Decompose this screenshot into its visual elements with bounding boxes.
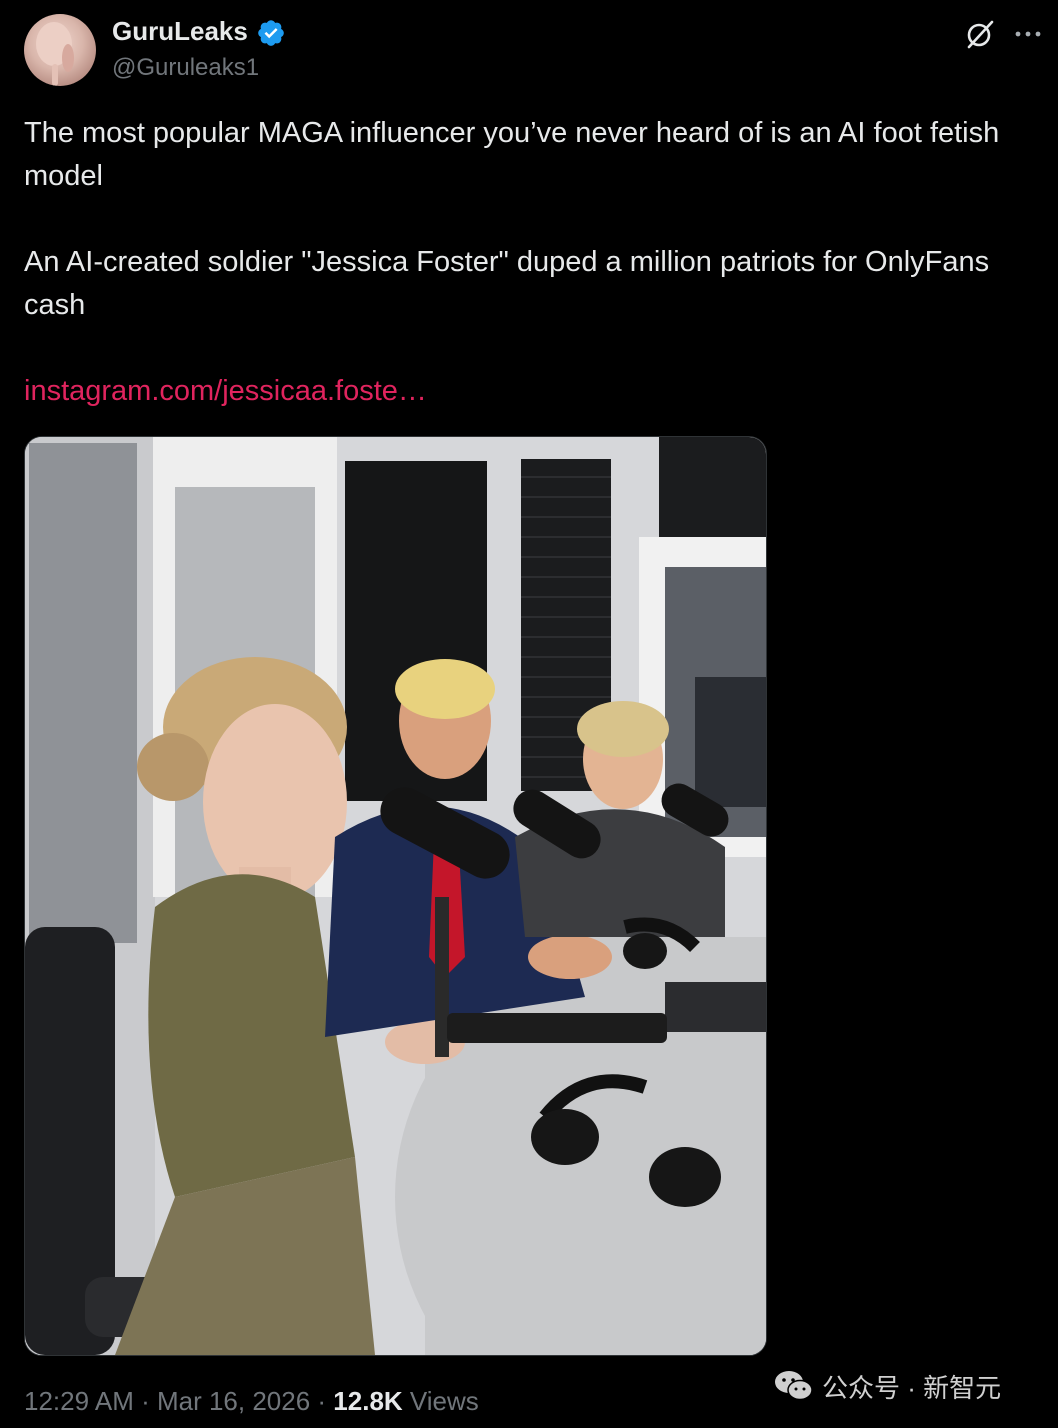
verified-badge-icon [258, 20, 284, 46]
grok-icon[interactable] [962, 16, 998, 52]
tweet-link[interactable]: instagram.com/jessicaa.foste… [24, 375, 427, 407]
display-name[interactable]: GuruLeaks [112, 16, 248, 47]
watermark-text: 公众号 · 新智元 [822, 1372, 1002, 1403]
tweet-time[interactable]: 12:29 AM [24, 1386, 134, 1416]
tweet-line-1: The most popular MAGA influencer you’ve … [24, 117, 1000, 192]
watermark: 公众号 · 新智元 [774, 1366, 1001, 1406]
meta-separator: · [133, 1386, 157, 1416]
author-handle[interactable]: @Guruleaks1 [112, 54, 259, 82]
views-label: Views [402, 1386, 479, 1416]
avatar[interactable] [24, 14, 96, 86]
meta-separator: · [310, 1386, 334, 1416]
views-count[interactable]: 12.8K [333, 1386, 402, 1416]
tweet-meta: 12:29 AM · Mar 16, 2026 · 12.8K Views [24, 1386, 479, 1417]
tweet-line-2: An AI-created soldier "Jessica Foster" d… [24, 246, 990, 321]
tweet-text: The most popular MAGA influencer you’ve … [24, 112, 1024, 456]
more-icon[interactable] [1010, 16, 1046, 52]
tweet-media-image[interactable] [24, 436, 767, 1356]
tweet-date[interactable]: Mar 16, 2026 [157, 1386, 310, 1416]
wechat-icon [775, 1371, 813, 1401]
